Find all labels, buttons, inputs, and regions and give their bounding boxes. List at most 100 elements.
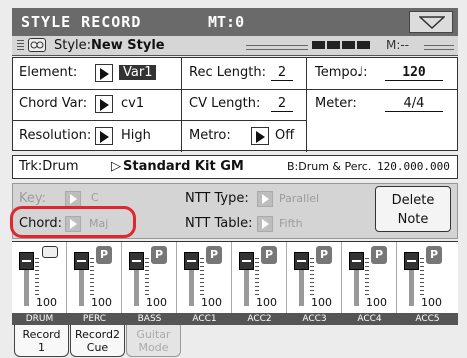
- volume-value: 100: [366, 296, 387, 309]
- volume-value: 100: [36, 296, 57, 309]
- chord-var-arrow[interactable]: [95, 95, 113, 113]
- style-name-value: New Style: [91, 38, 165, 53]
- element-value[interactable]: Var1: [119, 65, 157, 80]
- key-value[interactable]: C: [91, 191, 99, 204]
- ntt-table-arrow[interactable]: [257, 216, 273, 232]
- program-badge[interactable]: P: [316, 246, 332, 264]
- element-arrow[interactable]: [95, 64, 113, 82]
- meter-blocks: [312, 41, 370, 49]
- resolution-value[interactable]: High: [121, 128, 151, 143]
- channel-name: DRUM: [25, 314, 54, 324]
- element-label: Element:: [19, 65, 78, 80]
- channel-strip-acc3[interactable]: P 100: [287, 242, 342, 314]
- channel-strip-acc2[interactable]: P 100: [232, 242, 287, 314]
- play-icon: [256, 131, 265, 143]
- metro-value[interactable]: Off: [275, 128, 294, 143]
- fader-scale: [200, 258, 204, 298]
- play-icon: [262, 219, 269, 229]
- channel-name: ACC1: [192, 314, 217, 324]
- program-badge[interactable]: P: [261, 246, 277, 264]
- play-icon: ▷: [111, 159, 121, 174]
- key-label: Key:: [19, 191, 47, 206]
- fader-scale: [310, 258, 314, 298]
- meter-label: Meter:: [315, 96, 357, 111]
- cv-length-value[interactable]: 2: [271, 96, 293, 112]
- ntt-type-value[interactable]: Parallel: [279, 192, 319, 205]
- mixer: 100 P 100 P 100 P 100 P 100 P 100 P 100 …: [12, 241, 458, 314]
- chord-var-value[interactable]: cv1: [121, 96, 144, 111]
- fader-knob[interactable]: [129, 252, 144, 270]
- ntt-type-arrow[interactable]: [257, 191, 273, 207]
- channel-strip-acc4[interactable]: P 100: [342, 242, 397, 314]
- track-label: Trk:Drum: [19, 159, 79, 174]
- channel-name: PERC: [82, 314, 107, 324]
- tab-record-1[interactable]: Record 1: [14, 325, 69, 357]
- divider: [13, 120, 306, 121]
- kit-name: Standard Kit GM: [123, 159, 244, 174]
- delete-note-button[interactable]: Delete Note: [375, 186, 451, 232]
- measure-indicator: M:--: [386, 38, 410, 52]
- delete-note-line1: Delete: [391, 193, 435, 208]
- chord-highlight-annotation: [10, 206, 136, 238]
- play-icon: [262, 194, 269, 204]
- fader-scale: [35, 258, 39, 298]
- program-number: 120.000.000: [377, 160, 450, 173]
- bank-name: B:Drum & Perc.: [287, 160, 372, 173]
- tab-label: 1: [38, 341, 45, 354]
- fader-knob[interactable]: [404, 252, 419, 270]
- channel-strip-bass[interactable]: P 100: [122, 242, 177, 314]
- fader-knob[interactable]: [184, 252, 199, 270]
- tab-record2-cue[interactable]: Record2 Cue: [70, 325, 125, 357]
- tempo-label: Tempo: [315, 65, 358, 80]
- resolution-arrow[interactable]: [95, 127, 113, 145]
- fader-knob[interactable]: [294, 252, 309, 270]
- channel-strip-drum[interactable]: 100: [12, 242, 67, 314]
- track-row[interactable]: Trk:Drum ▷ Standard Kit GM B:Drum & Perc…: [12, 155, 458, 179]
- play-icon: [70, 194, 77, 204]
- tempo-value[interactable]: 120: [385, 65, 443, 81]
- program-badge[interactable]: P: [96, 246, 112, 264]
- channel-strip-acc5[interactable]: P 100: [397, 242, 458, 314]
- program-badge[interactable]: P: [371, 246, 387, 264]
- divider: [246, 45, 308, 50]
- program-badge[interactable]: P: [151, 246, 167, 264]
- play-icon: [100, 131, 109, 143]
- quarter-note-icon: ♩:: [357, 65, 368, 80]
- volume-value: 100: [421, 296, 442, 309]
- ntt-table-label: NTT Table:: [185, 216, 253, 231]
- volume-value: 100: [256, 296, 277, 309]
- channel-strip-acc1[interactable]: P 100: [177, 242, 232, 314]
- triangle-down-icon: [419, 16, 445, 29]
- tab-label: Record: [22, 328, 61, 341]
- meter-value[interactable]: 4/4: [385, 96, 443, 112]
- tab-guitar-mode[interactable]: Guitar Mode: [126, 325, 181, 357]
- cv-length-label: CV Length:: [189, 96, 261, 111]
- channel-name: ACC2: [247, 314, 272, 324]
- channel-strip-perc[interactable]: P 100: [67, 242, 122, 314]
- fader-knob[interactable]: [349, 252, 364, 270]
- program-badge[interactable]: P: [206, 246, 222, 264]
- rec-length-label: Rec Length:: [189, 65, 266, 80]
- fader-knob[interactable]: [239, 252, 254, 270]
- rec-length-value[interactable]: 2: [271, 65, 293, 81]
- fader-knob[interactable]: [74, 252, 89, 270]
- grip-icon: [17, 40, 24, 51]
- divider: [13, 89, 306, 90]
- channel-name: BASS: [137, 314, 162, 324]
- fader-scale: [255, 258, 259, 298]
- volume-value: 100: [91, 296, 112, 309]
- metro-arrow[interactable]: [251, 127, 269, 145]
- key-arrow[interactable]: [65, 191, 81, 207]
- fader-knob[interactable]: [19, 252, 34, 270]
- tab-label: Cue: [86, 341, 109, 354]
- parameter-grid: Element: Var1 Chord Var: cv1 Resolution:…: [12, 57, 458, 152]
- ntt-table-value[interactable]: Fifth: [279, 217, 303, 230]
- chord-var-label: Chord Var:: [19, 96, 88, 111]
- divider: [424, 45, 454, 50]
- program-badge[interactable]: P: [426, 246, 442, 264]
- fader-scale: [420, 258, 424, 298]
- page-menu-button[interactable]: [409, 11, 453, 33]
- play-icon: [100, 99, 109, 111]
- channel-names: DRUM PERC BASS ACC1 ACC2 ACC3 ACC4 ACC5: [12, 313, 458, 325]
- channel-name: ACC4: [357, 314, 382, 324]
